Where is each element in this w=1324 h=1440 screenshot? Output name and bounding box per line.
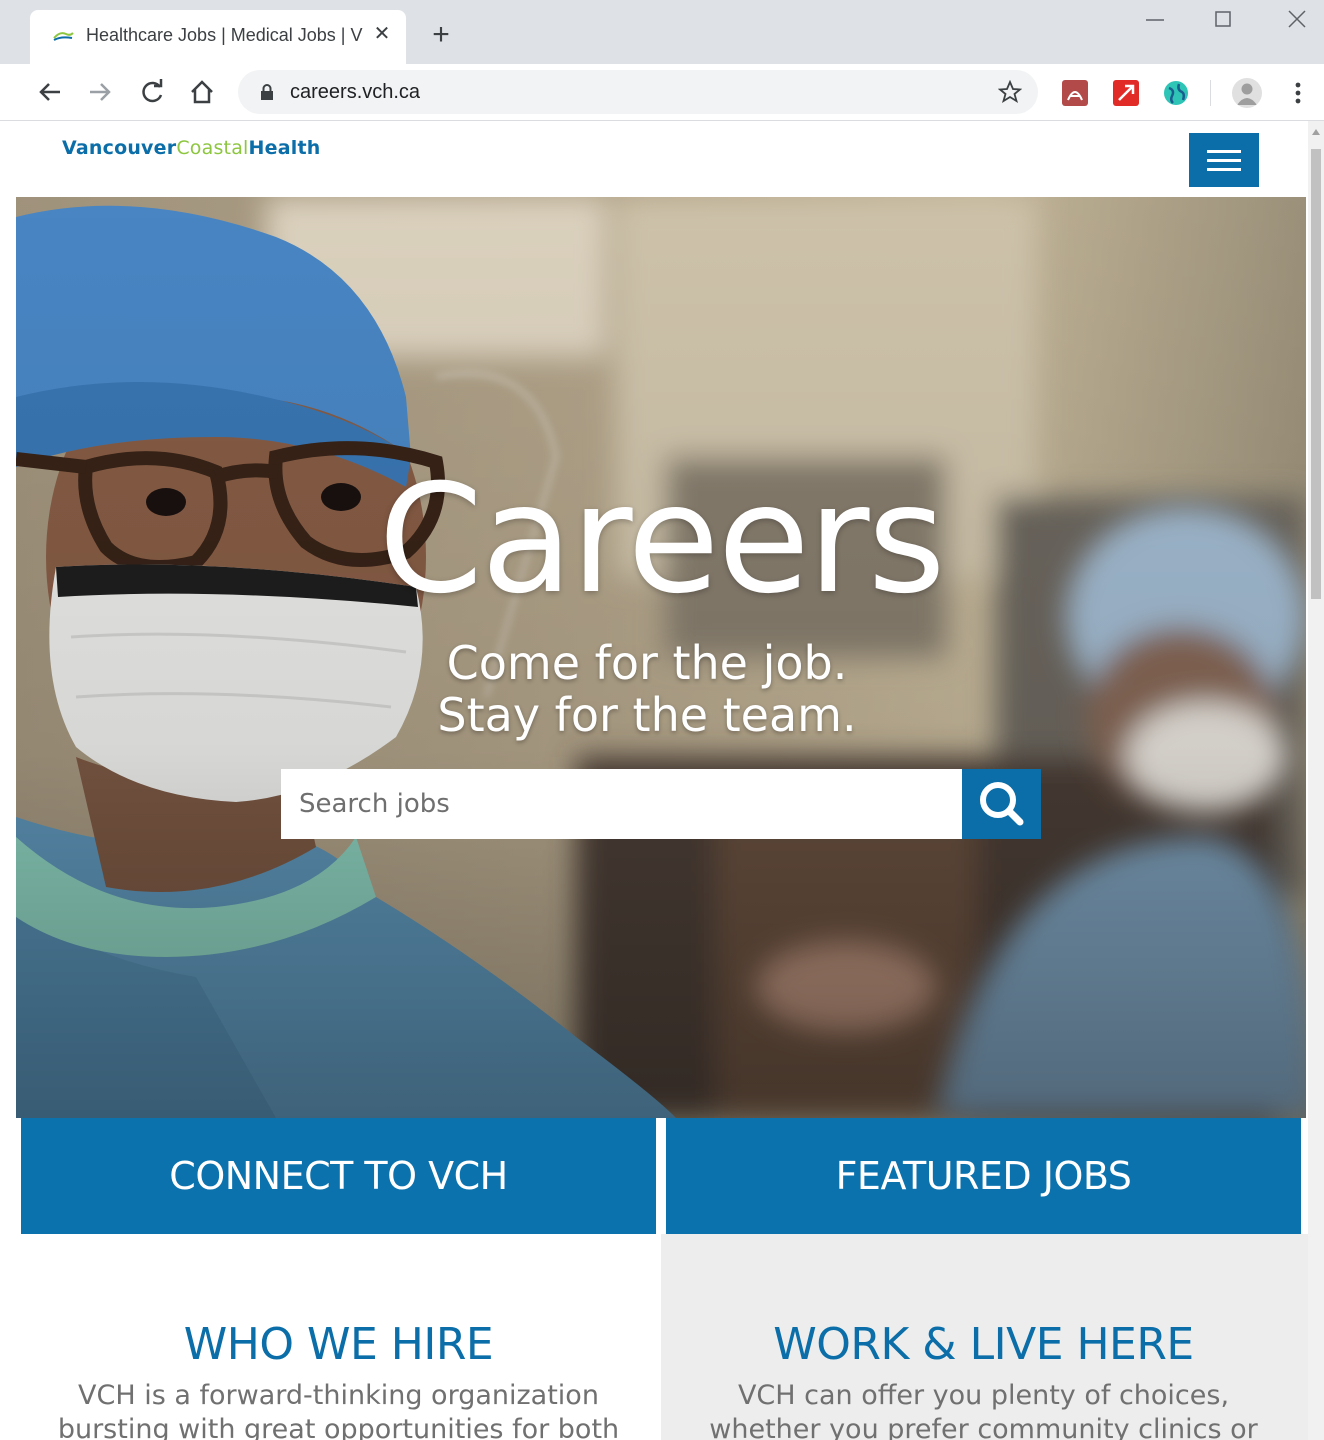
who-we-hire-heading: WHO WE HIRE	[183, 1319, 494, 1370]
site-header: VancouverCoastalHealth	[16, 121, 1308, 197]
back-arrow-icon[interactable]	[36, 78, 64, 106]
new-tab-icon[interactable]: +	[426, 20, 456, 50]
address-bar[interactable]: careers.vch.ca	[238, 70, 1038, 114]
vch-favicon-icon	[53, 32, 74, 41]
hero-banner: Careers Come for the job. Stay for the t…	[16, 197, 1306, 1118]
url-text[interactable]: careers.vch.ca	[290, 81, 420, 104]
minimize-icon[interactable]	[1140, 8, 1170, 32]
scroll-up-arrow-icon[interactable]	[1312, 129, 1320, 135]
page-scrollbar[interactable]	[1308, 121, 1324, 1440]
logo-text-health: Health	[248, 137, 321, 159]
tab-close-icon[interactable]: ✕	[370, 22, 394, 46]
bookmark-star-icon[interactable]	[998, 80, 1022, 104]
window-close-icon[interactable]	[1282, 8, 1312, 32]
work-live-here-heading: WORK & LIVE HERE	[773, 1319, 1194, 1370]
browser-tab[interactable]: Healthcare Jobs | Medical Jobs | V ✕	[30, 10, 406, 64]
maximize-icon[interactable]	[1208, 8, 1238, 32]
search-icon	[980, 782, 1024, 826]
hero-subtitle-line1: Come for the job.	[446, 636, 848, 690]
profile-avatar-icon[interactable]	[1232, 78, 1262, 108]
browser-menu-icon[interactable]	[1288, 80, 1308, 106]
hero-title: Careers	[378, 453, 945, 627]
pdf-extension-icon[interactable]	[1062, 80, 1088, 106]
connect-to-vch-button[interactable]: CONNECT TO VCH	[21, 1118, 656, 1234]
browser-toolbar: careers.vch.ca	[0, 64, 1324, 121]
scrollbar-thumb[interactable]	[1311, 149, 1321, 599]
logo-text-coastal: Coastal	[176, 137, 249, 159]
browser-tab-strip: Healthcare Jobs | Medical Jobs | V ✕ +	[0, 0, 1324, 64]
search-button[interactable]	[962, 769, 1041, 839]
reload-icon[interactable]	[138, 78, 166, 106]
web-page: VancouverCoastalHealth Careers Come for …	[16, 121, 1308, 1440]
featured-jobs-button[interactable]: FEATURED JOBS	[666, 1118, 1301, 1234]
vch-logo[interactable]: VancouverCoastalHealth	[62, 137, 320, 159]
work-live-here-text: VCH can offer you plenty of choices, whe…	[709, 1380, 1258, 1440]
logo-text-vancouver: Vancouver	[62, 137, 177, 159]
tab-title: Healthcare Jobs | Medical Jobs | V	[86, 25, 363, 45]
acrobat-extension-icon[interactable]	[1113, 80, 1139, 106]
globe-extension-icon[interactable]	[1163, 80, 1189, 106]
who-we-hire-text: VCH is a forward-thinking organization b…	[57, 1380, 620, 1440]
forward-arrow-icon[interactable]	[86, 78, 114, 106]
lock-icon[interactable]	[260, 84, 274, 100]
hamburger-menu-button[interactable]	[1189, 133, 1259, 187]
search-jobs-input[interactable]	[281, 769, 963, 839]
hero-subtitle-line2: Stay for the team.	[437, 688, 857, 742]
home-icon[interactable]	[188, 78, 216, 106]
toolbar-separator	[1210, 80, 1211, 106]
